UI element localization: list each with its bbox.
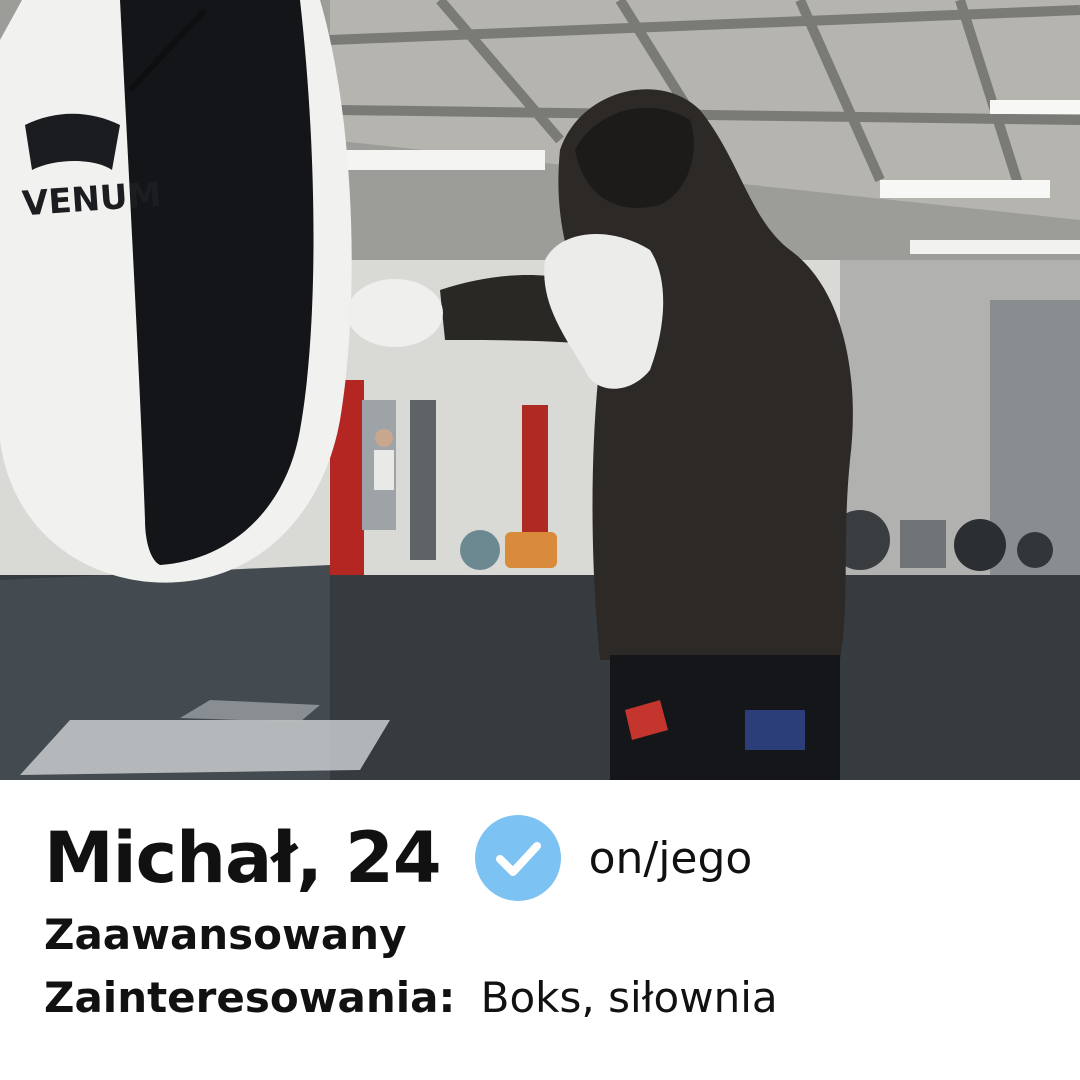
profile-name-age: Michał, 24 (44, 817, 442, 899)
profile-info: Michał, 24 on/jego Zaawansowany Zaintere… (44, 808, 1044, 1022)
profile-photo[interactable]: VENUM (0, 0, 1080, 780)
interests-label: Zainteresowania: (44, 973, 456, 1022)
profile-pronouns: on/jego (588, 832, 753, 884)
gym-photo-illustration: VENUM (0, 0, 1080, 780)
profile-card[interactable]: VENUM Michał, 24 on/jego Zaawansowany Za… (0, 0, 1080, 1080)
interests-value: Boks, siłownia (480, 973, 778, 1022)
verified-check-icon (474, 815, 561, 901)
profile-level: Zaawansowany (44, 910, 407, 959)
profile-interests: Zainteresowania: Boks, siłownia (44, 973, 1044, 1022)
name-row: Michał, 24 on/jego (44, 808, 1044, 908)
